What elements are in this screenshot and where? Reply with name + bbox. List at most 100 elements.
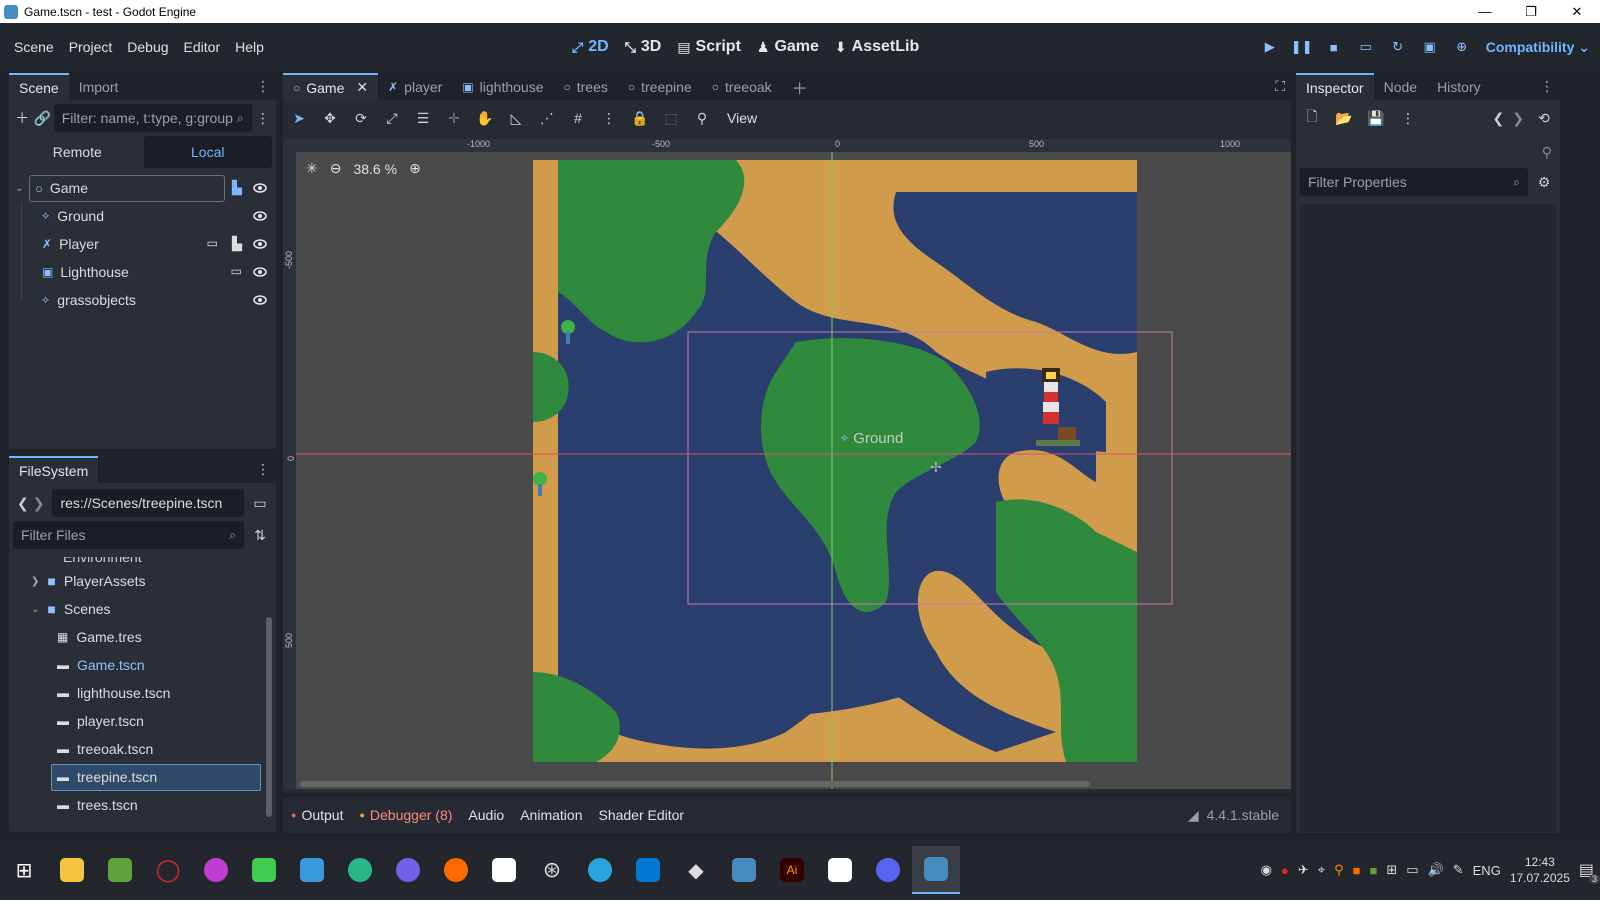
sort-icon[interactable]: ⇅ xyxy=(248,523,272,547)
new-resource-icon[interactable]: 🗋 xyxy=(1300,106,1324,130)
group-icon[interactable]: ⬚ xyxy=(659,106,683,130)
clock[interactable]: 12:43 17.07.2025 xyxy=(1510,854,1570,886)
bone-icon[interactable]: ⚲ xyxy=(690,106,714,130)
main-screen-3d[interactable]: ⤡ 3D xyxy=(625,38,662,56)
script-attached-icon[interactable]: ▙ xyxy=(232,180,242,196)
stop-icon[interactable]: ■ xyxy=(1318,31,1350,63)
add-tab-icon[interactable]: ＋ xyxy=(782,73,818,100)
pause-icon[interactable]: ❚❚ xyxy=(1286,31,1318,63)
tray-orange-icon[interactable]: ■ xyxy=(1353,863,1361,878)
distraction-free-icon[interactable]: ⛶ xyxy=(1269,73,1291,100)
folder-scenes[interactable]: ⌄ ■ Scenes xyxy=(9,595,276,623)
tree-node-ground[interactable]: ⟡ Ground xyxy=(9,202,276,230)
tab-history[interactable]: History xyxy=(1427,73,1491,100)
save-resource-icon[interactable]: 💾 xyxy=(1364,106,1388,130)
github-icon[interactable] xyxy=(336,846,384,894)
close-tab-icon[interactable]: ✕ xyxy=(356,79,368,96)
local-button[interactable]: Local xyxy=(143,136,272,168)
scene-tab-lighthouse[interactable]: ▣ lighthouse xyxy=(452,73,553,100)
horizontal-scrollbar[interactable] xyxy=(300,781,1090,787)
history-forward-icon[interactable]: ❯ xyxy=(1512,110,1524,127)
start-icon[interactable]: ⊞ xyxy=(0,846,48,894)
filter-properties-input[interactable]: Filter Properties ⌕ xyxy=(1300,168,1528,196)
lock-icon[interactable]: 🔒 xyxy=(628,106,652,130)
tab-scene[interactable]: Scene xyxy=(9,73,69,100)
scale-mode-icon[interactable]: ⤢ xyxy=(380,106,404,130)
resource-options-icon[interactable]: ⋮ xyxy=(1396,106,1420,130)
history-back-icon[interactable]: ❮ xyxy=(1493,110,1505,127)
menu-editor[interactable]: Editor xyxy=(177,39,228,55)
canvas-viewport[interactable]: ✢ ⟡ Ground ✳ ⊖ 38.6 % ⊕ xyxy=(296,152,1291,789)
vscode-icon[interactable] xyxy=(624,846,672,894)
folder-playerassets[interactable]: ❯ ■ PlayerAssets xyxy=(9,567,276,595)
illustrator-icon[interactable]: Ai xyxy=(768,846,816,894)
tab-animation[interactable]: Animation xyxy=(512,807,590,823)
notification-icon[interactable]: ▤ 3 xyxy=(1579,860,1600,884)
tray-green-icon[interactable]: ■ xyxy=(1369,863,1377,878)
paint-icon[interactable] xyxy=(288,846,336,894)
main-screen-2d[interactable]: ⤢ 2D xyxy=(572,38,609,56)
remote-debug-icon[interactable]: ▭ xyxy=(1350,31,1382,63)
main-screen-assetlib[interactable]: ⬇ AssetLib xyxy=(835,38,919,56)
scene-tab-trees[interactable]: ○ trees xyxy=(553,73,617,100)
menu-debug[interactable]: Debug xyxy=(120,39,175,55)
volume-icon[interactable]: 🔊 xyxy=(1428,862,1444,878)
tray-network-icon[interactable]: ⌖ xyxy=(1318,862,1325,878)
menu-scene[interactable]: Scene xyxy=(7,39,61,55)
remote-button[interactable]: Remote xyxy=(13,136,142,168)
minecraft-icon[interactable] xyxy=(96,846,144,894)
script-attached-icon[interactable]: ▙ xyxy=(232,236,242,252)
zoom-level[interactable]: 38.6 % xyxy=(353,161,397,177)
inspector-settings-icon[interactable]: ⚙ xyxy=(1532,170,1556,194)
menu-help[interactable]: Help xyxy=(228,39,271,55)
visibility-eye-icon[interactable] xyxy=(253,237,267,251)
tab-node[interactable]: Node xyxy=(1374,73,1427,100)
maximize-button[interactable]: ❐ xyxy=(1508,0,1554,23)
scene-tab-treepine[interactable]: ○ treepine xyxy=(618,73,702,100)
file-lighthouse-tscn[interactable]: ▬ lighthouse.tscn xyxy=(9,679,276,707)
filter-files-input[interactable]: Filter Files ⌕ xyxy=(13,521,244,549)
smart-snap-icon[interactable]: ⋰ xyxy=(535,106,559,130)
tray-windows-icon[interactable]: ⊞ xyxy=(1386,862,1397,878)
steam-like-icon[interactable]: ⊛ xyxy=(528,846,576,894)
zoom-out-icon[interactable]: ⊖ xyxy=(330,160,342,177)
file-treepine-tscn[interactable]: ▬ treepine.tscn xyxy=(9,763,276,791)
tab-import[interactable]: Import xyxy=(69,73,129,100)
explorer-icon[interactable] xyxy=(48,846,96,894)
object-selector[interactable]: ⚲ xyxy=(1296,136,1560,168)
scene-tab-game[interactable]: ○ Game ✕ xyxy=(283,73,379,100)
unity-icon[interactable]: ◆ xyxy=(672,846,720,894)
ruler-mode-icon[interactable]: ◺ xyxy=(504,106,528,130)
tray-alert-icon[interactable]: ● xyxy=(1281,863,1289,878)
split-view-icon[interactable]: ▭ xyxy=(248,491,272,515)
open-resource-icon[interactable]: 📂 xyxy=(1332,106,1356,130)
tilemap-canvas[interactable]: ✢ xyxy=(296,152,1291,789)
tab-filesystem[interactable]: FileSystem xyxy=(9,456,99,483)
file-trees-tscn[interactable]: ▬ trees.tscn xyxy=(9,791,276,819)
tab-shader-editor[interactable]: Shader Editor xyxy=(590,807,692,823)
center-view-icon[interactable]: ✳ xyxy=(306,160,318,177)
dock-menu-icon[interactable]: ⋮ xyxy=(1534,73,1560,100)
opera-icon[interactable]: ◯ xyxy=(144,846,192,894)
tab-debugger[interactable]: ● Debugger (8) xyxy=(351,807,460,823)
tab-output[interactable]: ● Output xyxy=(283,807,351,823)
back-icon[interactable]: ❮ xyxy=(17,495,29,512)
capcut-icon[interactable] xyxy=(480,846,528,894)
dock-menu-icon[interactable]: ⋮ xyxy=(250,73,276,100)
open-in-editor-icon[interactable]: ▭ xyxy=(231,264,242,278)
scene-filter-input[interactable]: Filter: name, t:type, g:group ⌕ xyxy=(53,104,252,132)
godot-icon[interactable] xyxy=(912,846,960,894)
main-screen-game[interactable]: ♟ Game xyxy=(757,38,819,56)
tree-node-player[interactable]: ✗ Player ▭ ▙ xyxy=(9,230,276,258)
open-in-editor-icon[interactable]: ▭ xyxy=(207,236,218,250)
add-node-icon[interactable]: ＋ xyxy=(13,106,31,130)
visibility-eye-icon[interactable] xyxy=(253,265,267,279)
visibility-eye-icon[interactable] xyxy=(253,293,267,307)
dock-menu-icon[interactable]: ⋮ xyxy=(250,456,276,483)
tab-audio[interactable]: Audio xyxy=(460,807,512,823)
scene-tab-treeoak[interactable]: ○ treeoak xyxy=(702,73,782,100)
pan-mode-icon[interactable]: ✋ xyxy=(473,106,497,130)
view-menu[interactable]: View xyxy=(721,110,763,126)
minimize-button[interactable]: — xyxy=(1462,0,1508,23)
file-player-tscn[interactable]: ▬ player.tscn xyxy=(9,707,276,735)
